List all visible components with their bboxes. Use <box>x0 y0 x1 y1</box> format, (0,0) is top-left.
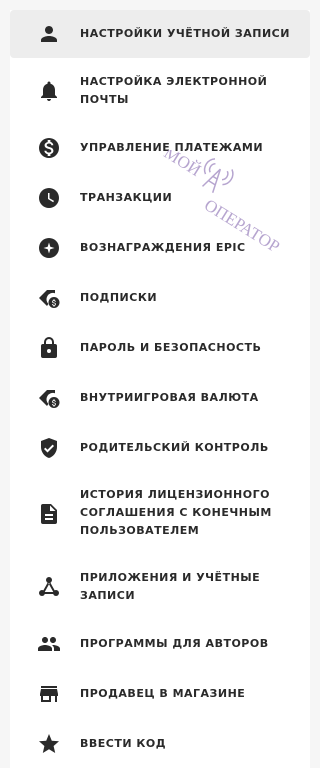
menu-item-label: ПРОДАВЕЦ В МАГАЗИНЕ <box>80 687 246 700</box>
tag-coin-icon <box>36 385 62 411</box>
menu-item-store-seller[interactable]: ПРОДАВЕЦ В МАГАЗИНЕ <box>10 676 310 712</box>
menu-item-subscriptions[interactable]: ПОДПИСКИ <box>10 280 310 316</box>
menu-item-password-security[interactable]: ПАРОЛЬ И БЕЗОПАСНОСТЬ <box>10 330 310 366</box>
menu-item-label: НАСТРОЙКА ЭЛЕКТРОННОЙ ПОЧТЫ <box>80 75 268 106</box>
menu-item-label: ПРИЛОЖЕНИЯ И УЧЁТНЫЕ ЗАПИСИ <box>80 571 261 602</box>
menu-item-label: ПОДПИСКИ <box>80 291 158 304</box>
menu-item-label: ТРАНЗАКЦИИ <box>80 191 173 204</box>
menu-item-creator-programs[interactable]: ПРОГРАММЫ ДЛЯ АВТОРОВ <box>10 626 310 662</box>
menu-item-label: ПАРОЛЬ И БЕЗОПАСНОСТЬ <box>80 341 262 354</box>
menu-item-label: НАСТРОЙКИ УЧЁТНОЙ ЗАПИСИ <box>80 27 290 40</box>
menu-item-apps-accounts[interactable]: ПРИЛОЖЕНИЯ И УЧЁТНЫЕ ЗАПИСИ <box>10 564 310 610</box>
menu-item-label: ВНУТРИИГРОВАЯ ВАЛЮТА <box>80 391 259 404</box>
bell-icon <box>36 78 62 104</box>
shield-check-icon <box>36 435 62 461</box>
clock-icon <box>36 185 62 211</box>
star-icon <box>36 731 62 757</box>
menu-item-label: ВВЕСТИ КОД <box>80 737 167 750</box>
menu-item-payment-management[interactable]: УПРАВЛЕНИЕ ПЛАТЕЖАМИ <box>10 130 310 166</box>
menu-item-transactions[interactable]: ТРАНЗАКЦИИ <box>10 180 310 216</box>
tag-dollar-icon <box>36 285 62 311</box>
share-nodes-icon <box>36 574 62 600</box>
menu-item-label: ПРОГРАММЫ ДЛЯ АВТОРОВ <box>80 637 269 650</box>
star-badge-icon <box>36 235 62 261</box>
menu-item-parental-control[interactable]: РОДИТЕЛЬСКИЙ КОНТРОЛЬ <box>10 430 310 466</box>
menu-item-label: УПРАВЛЕНИЕ ПЛАТЕЖАМИ <box>80 141 264 154</box>
menu-item-label: ИСТОРИЯ ЛИЦЕНЗИОННОГО СОГЛАШЕНИЯ С КОНЕЧ… <box>80 488 272 537</box>
menu-item-email-settings[interactable]: НАСТРОЙКА ЭЛЕКТРОННОЙ ПОЧТЫ <box>10 68 310 114</box>
dollar-circle-icon <box>36 135 62 161</box>
document-icon <box>36 501 62 527</box>
store-icon <box>36 681 62 707</box>
people-icon <box>36 631 62 657</box>
menu-item-epic-rewards[interactable]: ВОЗНАГРАЖДЕНИЯ EPIC <box>10 230 310 266</box>
menu-item-eula-history[interactable]: ИСТОРИЯ ЛИЦЕНЗИОННОГО СОГЛАШЕНИЯ С КОНЕЧ… <box>10 482 310 546</box>
person-icon <box>36 21 62 47</box>
menu-item-in-game-currency[interactable]: ВНУТРИИГРОВАЯ ВАЛЮТА <box>10 380 310 416</box>
menu-item-label: РОДИТЕЛЬСКИЙ КОНТРОЛЬ <box>80 441 269 454</box>
menu-item-label: ВОЗНАГРАЖДЕНИЯ EPIC <box>80 241 246 254</box>
lock-icon <box>36 335 62 361</box>
menu-item-account-settings[interactable]: НАСТРОЙКИ УЧЁТНОЙ ЗАПИСИ <box>10 10 310 58</box>
menu-item-redeem-code[interactable]: ВВЕСТИ КОД <box>10 726 310 762</box>
